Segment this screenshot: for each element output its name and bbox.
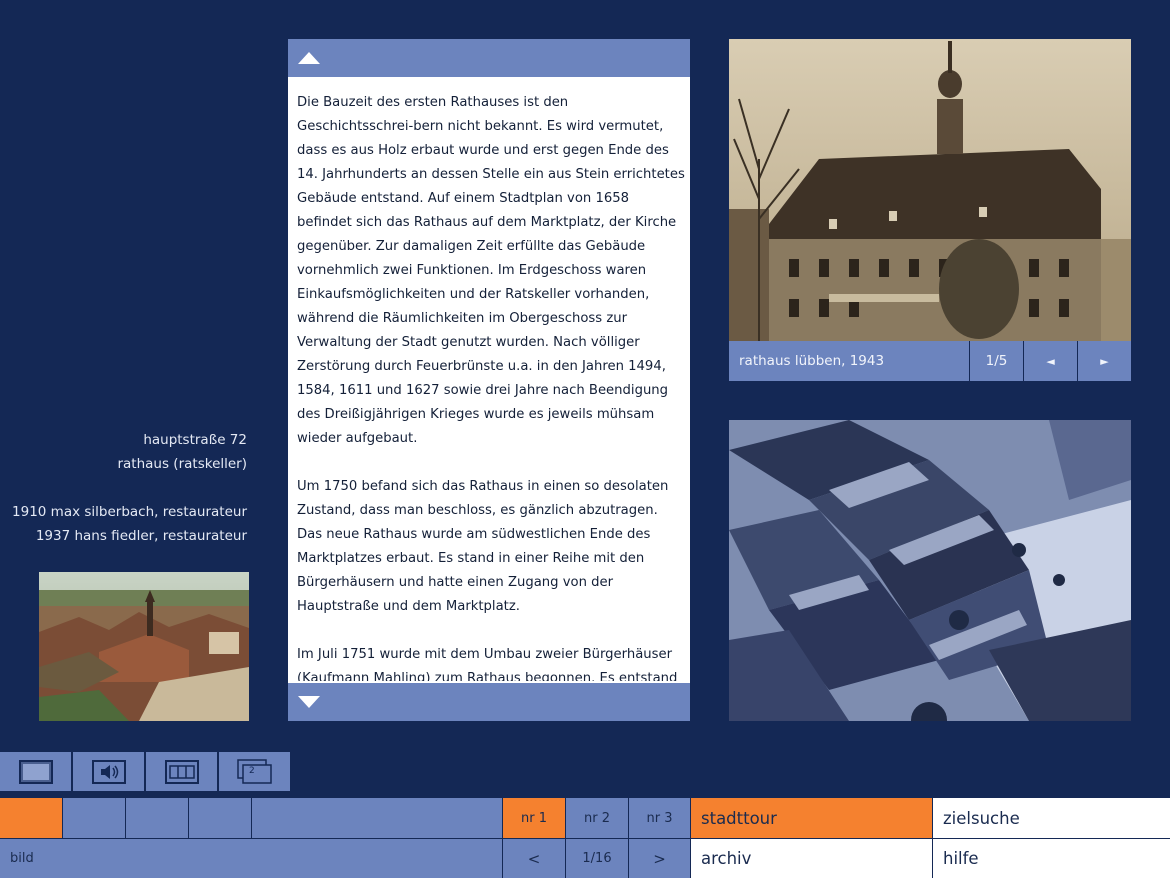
bottom-navigation: nr 1 nr 2 nr 3 stadttour zielsuche bild … [0, 798, 1170, 878]
aerial-photo[interactable] [729, 420, 1131, 721]
triangle-down-icon [298, 696, 320, 708]
stacked-pages-icon: 2 [236, 758, 272, 784]
zielsuche-button[interactable]: zielsuche [933, 798, 1170, 838]
article-text: Die Bauzeit des ersten Rathauses ist den… [297, 91, 687, 681]
photo-caption-bar: rathaus lübben, 1943 1/5 ◄ ► [729, 341, 1131, 381]
photo-counter: 1/5 [969, 341, 1023, 381]
triangle-up-icon [298, 52, 320, 64]
history-entry: 1937 hans fiedler, restaurateur [35, 528, 247, 544]
town-thumbnail-image[interactable] [39, 572, 249, 721]
nav-slot[interactable] [126, 798, 188, 838]
paragraph: Um 1750 befand sich das Rathaus in einen… [297, 479, 669, 614]
nr1-button[interactable]: nr 1 [503, 798, 565, 838]
building-name: rathaus (ratskeller) [117, 456, 247, 472]
nav-slot[interactable] [63, 798, 125, 838]
audio-button[interactable] [73, 752, 144, 791]
scroll-up-button[interactable] [288, 39, 690, 77]
film-icon [164, 759, 199, 784]
text-panel: Die Bauzeit des ersten Rathauses ist den… [288, 39, 690, 721]
hilfe-button[interactable]: hilfe [933, 839, 1170, 878]
photo-prev-button[interactable]: ◄ [1023, 341, 1077, 381]
page-next-button[interactable]: > [629, 839, 690, 878]
nav-slot[interactable] [189, 798, 251, 838]
paragraph: Die Bauzeit des ersten Rathauses ist den… [297, 95, 685, 446]
scroll-down-button[interactable] [288, 683, 690, 721]
town-hall-photo[interactable] [729, 39, 1131, 341]
image-view-button[interactable] [0, 752, 71, 791]
media-toolbar: 2 [0, 752, 292, 791]
nr2-button[interactable]: nr 2 [566, 798, 628, 838]
nav-slot-wide [252, 798, 502, 838]
stadttour-button[interactable]: stadttour [691, 798, 932, 838]
history-entry: 1910 max silberbach, restaurateur [12, 504, 247, 520]
photo-caption: rathaus lübben, 1943 [739, 353, 885, 369]
address-text: hauptstraße 72 [143, 432, 247, 448]
nr3-button[interactable]: nr 3 [629, 798, 690, 838]
page-counter: 1/16 [566, 839, 628, 878]
speaker-icon [91, 759, 126, 784]
gallery-button[interactable]: 2 [219, 752, 290, 791]
building-info: hauptstraße 72 rathaus (ratskeller) 1910… [0, 428, 247, 548]
page-prev-button[interactable]: < [503, 839, 565, 878]
video-button[interactable] [146, 752, 217, 791]
archiv-button[interactable]: archiv [691, 839, 932, 878]
photo-next-button[interactable]: ► [1077, 341, 1131, 381]
paragraph: Im Juli 1751 wurde mit dem Umbau zweier … [297, 647, 678, 681]
bild-label: bild [0, 839, 502, 878]
nav-slot-active[interactable] [0, 798, 62, 838]
gallery-badge: 2 [249, 766, 255, 776]
image-icon [18, 759, 53, 784]
